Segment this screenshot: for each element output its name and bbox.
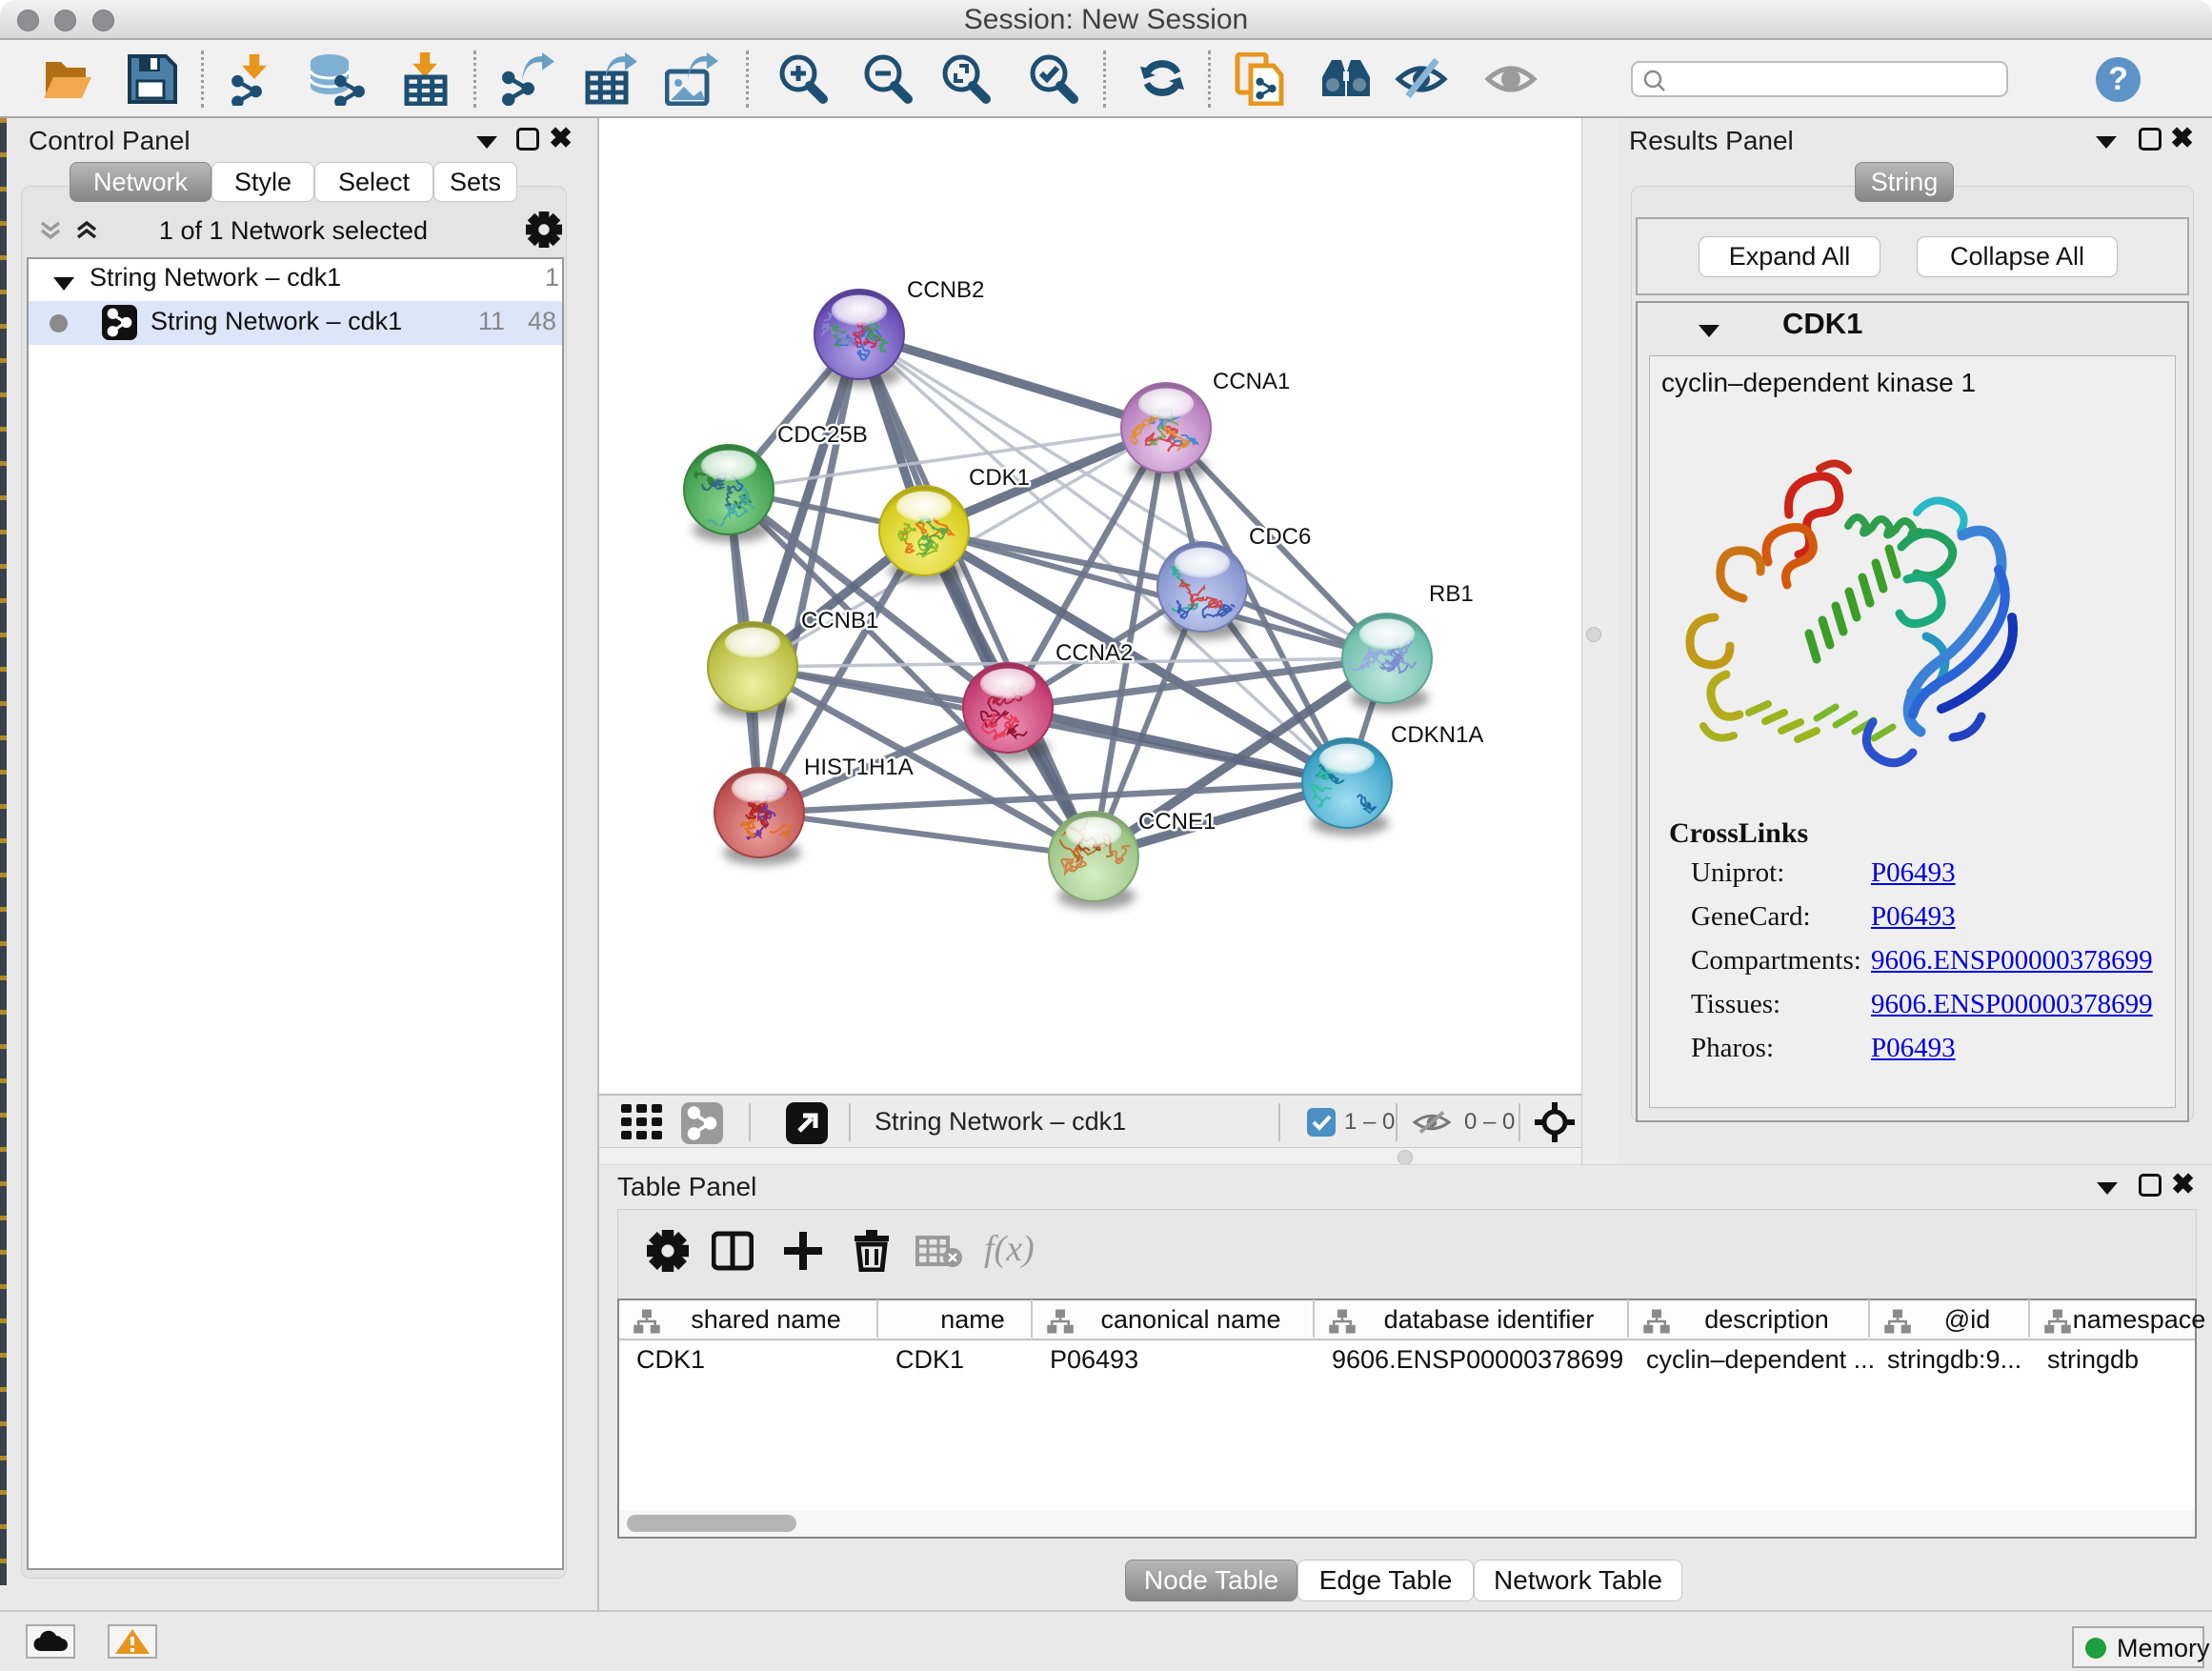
svg-text:HIST1H1A: HIST1H1A xyxy=(804,755,914,780)
svg-text:RB1: RB1 xyxy=(1429,581,1474,607)
svg-text:CDC6: CDC6 xyxy=(1249,524,1311,550)
svg-text:CDK1: CDK1 xyxy=(969,465,1030,491)
svg-text:CCNB2: CCNB2 xyxy=(907,277,984,303)
svg-text:CCNE1: CCNE1 xyxy=(1138,809,1216,835)
svg-text:CDKN1A: CDKN1A xyxy=(1391,722,1483,748)
svg-text:CCNA1: CCNA1 xyxy=(1213,369,1290,394)
svg-text:CCNA2: CCNA2 xyxy=(1056,640,1133,666)
svg-text:CDC25B: CDC25B xyxy=(777,422,868,448)
svg-text:CCNB1: CCNB1 xyxy=(801,608,878,634)
